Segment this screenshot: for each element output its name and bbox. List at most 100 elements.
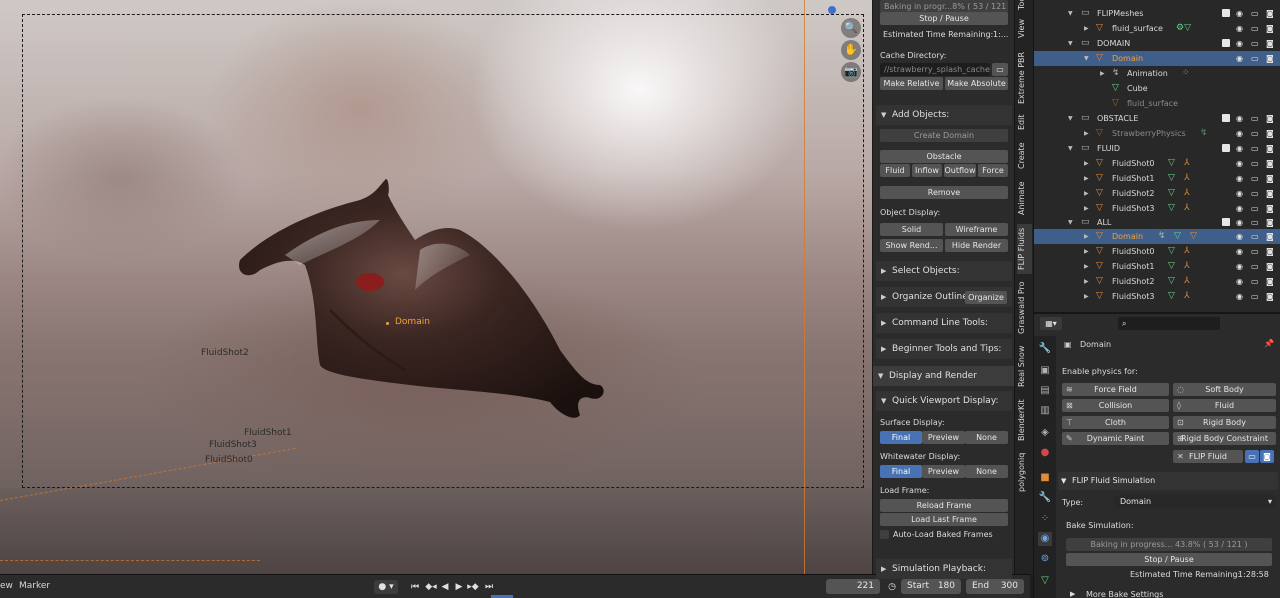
prev-keyframe-icon[interactable]: ◆◂ (424, 580, 438, 594)
stop-pause-button-2[interactable]: Stop / Pause (1066, 553, 1272, 566)
outliner-row[interactable]: ▶ ▽ FluidShot1 ▽ ⅄ ◉ ▭ ◙ (1034, 171, 1280, 186)
fluid-physics-button[interactable]: ◊ Fluid (1173, 399, 1276, 412)
monitor-icon[interactable]: ▭ (1251, 259, 1259, 274)
eye-icon[interactable]: ◉ (1236, 156, 1243, 171)
play-reverse-icon[interactable]: ◀ (438, 580, 452, 594)
hand-pan-icon[interactable]: ✋ (841, 40, 861, 60)
monitor-icon[interactable]: ▭ (1251, 141, 1259, 156)
view-layer-icon[interactable]: ▥ (1038, 404, 1052, 418)
outliner-row[interactable]: ▶ ▽ FluidShot0 ▽ ⅄ ◉ ▭ ◙ (1034, 244, 1280, 259)
data-icon[interactable]: ▽ (1038, 574, 1052, 588)
camera-icon[interactable]: ◙ (1266, 259, 1274, 274)
outliner-row[interactable]: ▽ fluid_surface (1034, 96, 1280, 111)
chevron-right-icon[interactable]: ▶ (1070, 590, 1075, 598)
force-field-button[interactable]: ≋ Force Field (1062, 383, 1169, 396)
outliner-row[interactable]: ▼ ▭ OBSTACLE ◉ ▭ ◙ (1034, 111, 1280, 126)
eye-icon[interactable]: ◉ (1236, 289, 1243, 304)
close-icon[interactable]: ✕ (1177, 450, 1184, 463)
chevron-down-icon[interactable]: ▼ (1068, 141, 1073, 156)
checkbox[interactable] (1222, 114, 1230, 122)
wrench-icon[interactable]: 🔧 (1038, 491, 1052, 505)
camera-icon[interactable]: 📷 (841, 62, 861, 82)
stop-pause-button[interactable]: Stop / Pause (880, 12, 1008, 25)
chevron-right-icon[interactable]: ▶ (1084, 289, 1089, 304)
chevron-right-icon[interactable]: ▶ (1084, 244, 1089, 259)
monitor-icon[interactable]: ▭ (1251, 215, 1259, 230)
render-icon[interactable]: ▣ (1038, 364, 1052, 378)
monitor-toggle-icon[interactable]: ▭ (1245, 450, 1259, 463)
tab-blenderkit[interactable]: BlenderKit (1017, 396, 1032, 444)
chevron-down-icon[interactable]: ▼ (1068, 36, 1073, 51)
type-dropdown[interactable]: Domain ▾ (1114, 495, 1276, 508)
checkbox[interactable] (1222, 39, 1230, 47)
world-icon[interactable]: ● (1038, 446, 1052, 460)
monitor-icon[interactable]: ▭ (1251, 51, 1259, 66)
obstacle-button[interactable]: Obstacle (880, 150, 1008, 163)
outliner-row[interactable]: ▼ ▭ FLIPMeshes ◉ ▭ ◙ (1034, 6, 1280, 21)
outliner-row[interactable]: ▶ ▽ fluid_surface ⚙▽ ◉ ▭ ◙ (1034, 21, 1280, 36)
rigid-body-constraint-button[interactable]: ⊞ Rigid Body Constraint (1173, 432, 1276, 445)
chevron-right-icon[interactable]: ▶ (1084, 259, 1089, 274)
camera-icon[interactable]: ◙ (1266, 289, 1274, 304)
tab-tool[interactable]: Tool (1017, 0, 1032, 10)
eye-icon[interactable]: ◉ (1236, 201, 1243, 216)
outliner-row[interactable]: ▶ ↯ Animation ⁘ (1034, 66, 1280, 81)
search-input[interactable]: ⌕ (1118, 317, 1220, 330)
physics-icon[interactable]: ◉ (1038, 532, 1052, 546)
camera-icon[interactable]: ◙ (1266, 171, 1274, 186)
camera-icon[interactable]: ◙ (1266, 201, 1274, 216)
camera-icon[interactable]: ◙ (1266, 274, 1274, 289)
add-objects-header[interactable]: ▼ Add Objects: (876, 105, 1012, 125)
tool-icon[interactable]: 🔧 (1038, 342, 1052, 356)
whitewater-final-button[interactable]: Final (880, 465, 922, 478)
rigid-body-button[interactable]: ⊡ Rigid Body (1173, 416, 1276, 429)
soft-body-button[interactable]: ◌ Soft Body (1173, 383, 1276, 396)
chevron-right-icon[interactable]: ▶ (1084, 201, 1089, 216)
eye-icon[interactable]: ◉ (1236, 141, 1243, 156)
eye-icon[interactable]: ◉ (1236, 244, 1243, 259)
collision-button[interactable]: ⊠ Collision (1062, 399, 1169, 412)
flip-fluid-button[interactable]: ✕ FLIP Fluid (1173, 450, 1243, 463)
pin-icon[interactable]: 📌 (1264, 339, 1274, 348)
command-line-tools-header[interactable]: ▶ Command Line Tools: (876, 313, 1012, 333)
chevron-right-icon[interactable]: ▶ (1084, 156, 1089, 171)
current-frame-field[interactable]: 221 (826, 579, 880, 594)
display-render-header[interactable]: ▼ Display and Render (873, 366, 1015, 386)
editor-type-dropdown[interactable]: ▦▾ (1040, 317, 1062, 330)
jump-start-icon[interactable]: ⏮ (408, 580, 422, 594)
jump-end-icon[interactable]: ⏭ (482, 580, 496, 594)
next-keyframe-icon[interactable]: ▸◆ (466, 580, 480, 594)
camera-icon[interactable]: ◙ (1266, 156, 1274, 171)
camera-icon[interactable]: ◙ (1266, 229, 1274, 244)
load-last-frame-button[interactable]: Load Last Frame (880, 513, 1008, 526)
make-absolute-button[interactable]: Make Absolute (945, 77, 1008, 90)
monitor-icon[interactable]: ▭ (1251, 244, 1259, 259)
outflow-button[interactable]: Outflow (944, 164, 976, 177)
camera-icon[interactable]: ◙ (1266, 6, 1274, 21)
monitor-icon[interactable]: ▭ (1251, 111, 1259, 126)
outliner-row-selected[interactable]: ▼ ▽ Domain ◉ ▭ ◙ (1034, 51, 1280, 66)
outliner-row[interactable]: ▽ Cube (1034, 81, 1280, 96)
make-relative-button[interactable]: Make Relative (880, 77, 943, 90)
surface-none-button[interactable]: None (965, 431, 1008, 444)
tab-real-snow[interactable]: Real Snow (1017, 342, 1032, 390)
wireframe-button[interactable]: Wireframe (945, 223, 1008, 236)
simulation-playback-header[interactable]: ▶ Simulation Playback: (876, 559, 1012, 579)
view-menu[interactable]: ew (0, 581, 13, 591)
camera-icon[interactable]: ◙ (1266, 36, 1274, 51)
chevron-right-icon[interactable]: ▶ (1100, 66, 1105, 81)
inflow-button[interactable]: Inflow (912, 164, 942, 177)
checkbox[interactable] (1222, 218, 1230, 226)
beginner-tools-header[interactable]: ▶ Beginner Tools and Tips: (876, 339, 1012, 359)
fluid-button[interactable]: Fluid (880, 164, 910, 177)
end-frame-field[interactable]: End 300 (966, 579, 1024, 594)
constraints-icon[interactable]: ⊚ (1038, 552, 1052, 566)
tab-create[interactable]: Create (1017, 140, 1032, 172)
remove-button[interactable]: Remove (880, 186, 1008, 199)
output-icon[interactable]: ▤ (1038, 384, 1052, 398)
surface-preview-button[interactable]: Preview (922, 431, 965, 444)
flip-sim-header[interactable]: ▼ FLIP Fluid Simulation (1058, 472, 1278, 490)
hide-render-button[interactable]: Hide Render (945, 239, 1008, 252)
camera-icon[interactable]: ◙ (1266, 215, 1274, 230)
camera-icon[interactable]: ◙ (1266, 51, 1274, 66)
